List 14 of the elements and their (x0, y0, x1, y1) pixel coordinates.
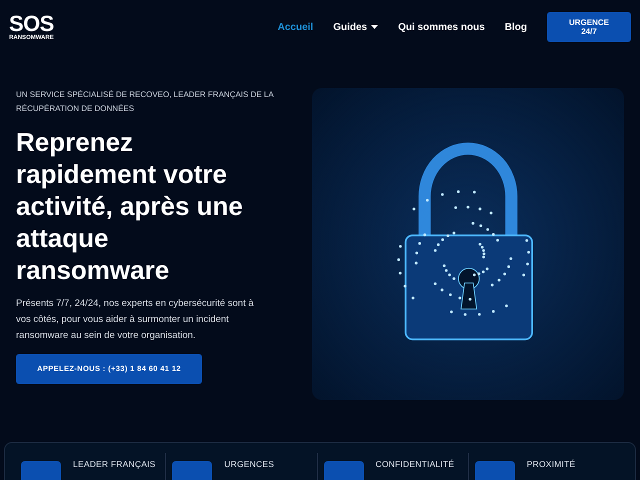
feature-title: PROXIMITÉ (526, 458, 576, 471)
feature-title: URGENCES (224, 458, 274, 471)
hero-eyebrow: UN SERVICE SPÉCIALISÉ DE RECOVEO, LEADER FRANÇAIS DE LA RÉCUPÉRATION DE DONNÉES (16, 89, 275, 115)
logo-title: SOS (9, 13, 54, 35)
feature-title: CONFIDENTIALITÉ (376, 458, 454, 471)
feature-title: LEADER FRANÇAIS (73, 458, 156, 471)
hero-text: Présents 7/7, 24/24, nos experts en cybersécurité sont à vos côtés, pour vous aider à surmonter un incident ransomware au sein de votre organisation. (16, 297, 255, 343)
nav-link[interactable]: Blog (504, 20, 527, 34)
nav-link[interactable]: Accueil (278, 20, 314, 34)
urgence-button[interactable]: URGENCE 24/7 (547, 12, 631, 42)
hero-title: Reprenez rapidement votre activité, après une attaque ransomware (16, 126, 244, 286)
caret-icon (371, 25, 378, 29)
nav-link[interactable]: Guides (333, 20, 378, 34)
nav-link[interactable]: Qui sommes nous (398, 20, 485, 34)
